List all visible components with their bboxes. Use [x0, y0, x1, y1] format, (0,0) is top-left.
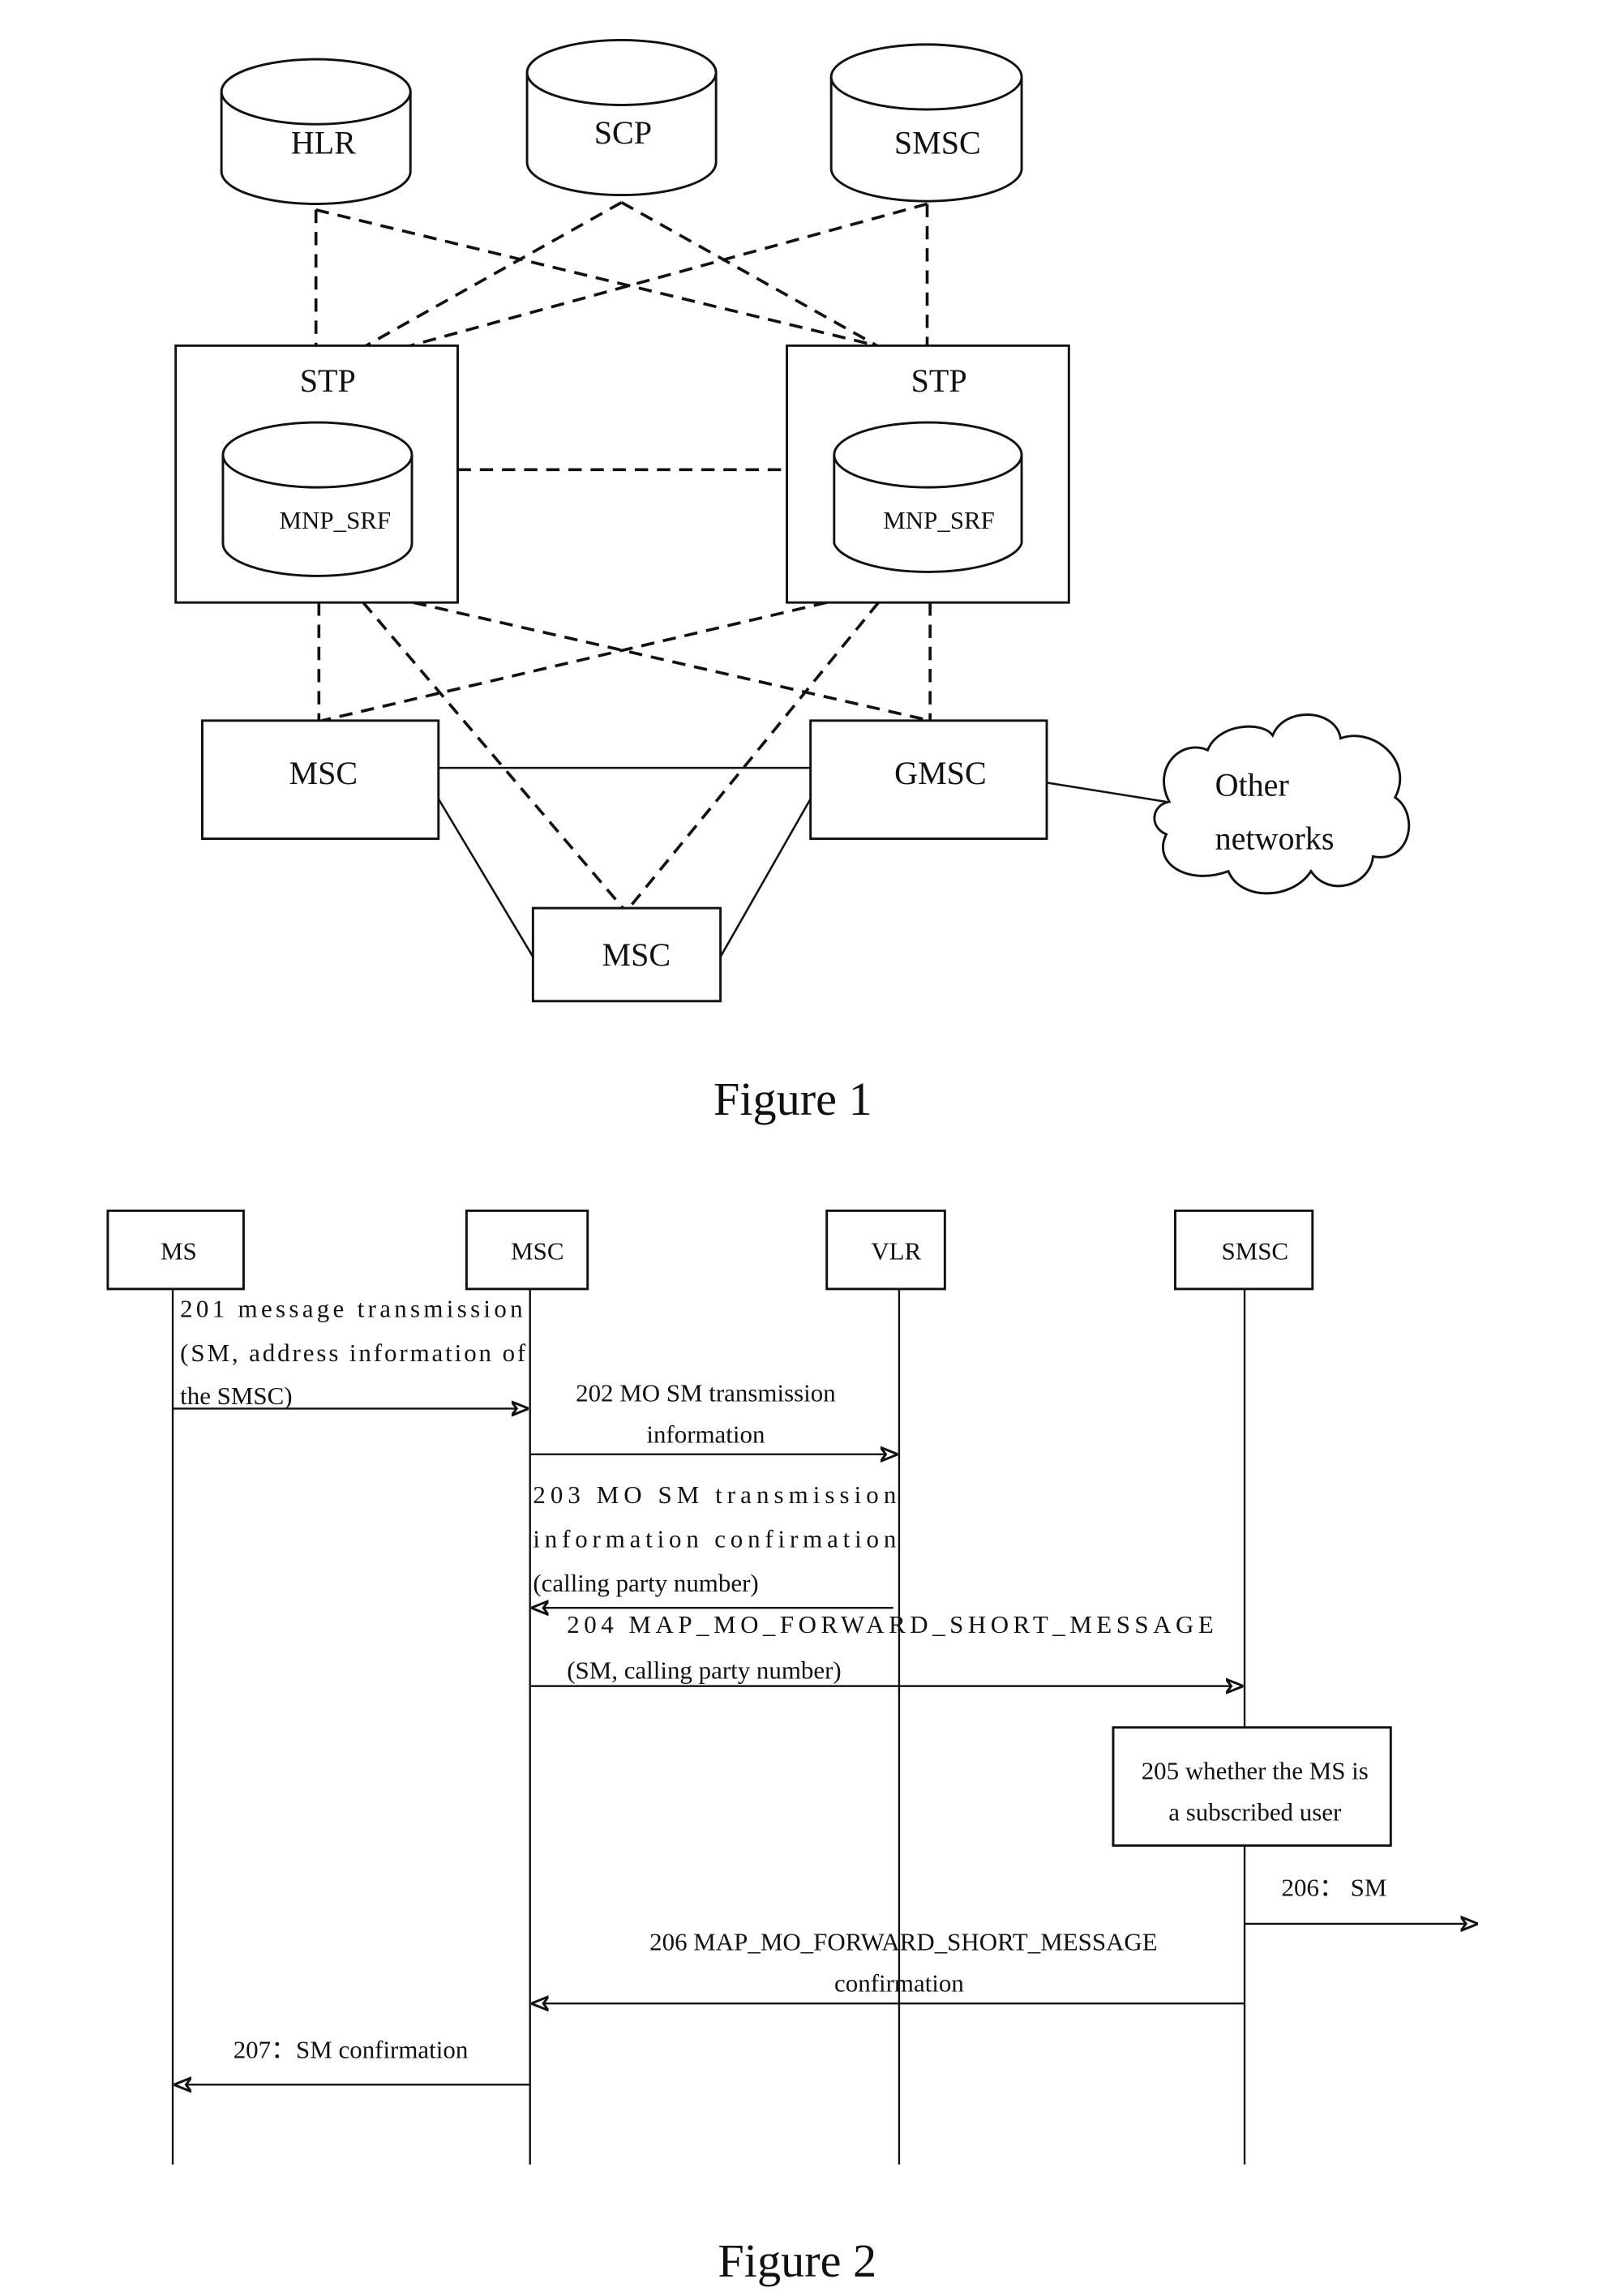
figure-2-caption: Figure 2: [718, 2234, 876, 2287]
msg-202-line2: information: [646, 1420, 765, 1448]
msg-204-line2: (SM, calling party number): [567, 1656, 842, 1685]
mnp-srf-left-label: MNP_SRF: [280, 506, 392, 534]
trunk-gmsc-mscb: [719, 798, 812, 957]
trunk-msc-mscb: [437, 798, 534, 957]
stp-left: STP MNP_SRF: [174, 344, 459, 604]
participant-ms: MS: [106, 1209, 245, 1291]
scp-label: SCP: [594, 114, 652, 151]
hlr-label: HLR: [291, 125, 356, 161]
process-205: 205 whether the MS is a subscribed user: [1112, 1726, 1392, 1847]
gmsc-label: GMSC: [894, 755, 987, 791]
message-201: 201 message transmission (SM, address in…: [173, 1294, 527, 1409]
stp-right-label: STP: [911, 362, 967, 399]
msc-bottom: MSC: [531, 906, 722, 1003]
hlr-database: HLR: [220, 58, 412, 205]
msg-203-line1: 203 MO SM transmission: [533, 1480, 896, 1509]
message-204: 204 MAP_MO_FORWARD_SHORT_MESSAGE (SM, ca…: [529, 1610, 1242, 1686]
msc-left: MSC: [201, 719, 440, 840]
smsc-database: SMSC: [829, 43, 1023, 203]
msg-203-line3: (calling party number): [533, 1569, 758, 1597]
participant-vlr-label: VLR: [871, 1236, 921, 1265]
trunk-gmsc-other: [1046, 782, 1167, 803]
process-205-line2: a subscribed user: [1168, 1797, 1342, 1826]
participant-smsc-label: SMSC: [1221, 1236, 1288, 1265]
smsc-label: SMSC: [894, 125, 981, 161]
link-stpl-gmsc: [413, 601, 931, 722]
link-smsc-stp-left: [409, 202, 928, 348]
gmsc: GMSC: [809, 719, 1048, 840]
figure-1-caption: Figure 1: [713, 1073, 872, 1125]
msg-206-conf-line1: 206 MAP_MO_FORWARD_SHORT_MESSAGE: [649, 1928, 1157, 1956]
scp-database: SCP: [525, 38, 718, 197]
other-networks-cloud: Other networks: [1153, 713, 1411, 895]
cloud-label-line1: Other: [1215, 767, 1289, 803]
patent-figures: HLR SCP SMSC STP MNP_SRF STP MNP_SRF MSC…: [106, 38, 1624, 2287]
stp-right: STP MNP_SRF: [786, 344, 1070, 604]
msg-203-line2: information confirmation: [533, 1525, 896, 1553]
message-202: 202 MO SM transmission information: [529, 1378, 897, 1454]
stp-left-label: STP: [300, 362, 356, 399]
link-stpr-msc: [321, 601, 828, 722]
participant-msc-label: MSC: [511, 1236, 563, 1265]
message-206-sm: 206： SM: [1245, 1873, 1476, 1924]
msg-206-sm-label: 206： SM: [1282, 1873, 1387, 1901]
message-203: 203 MO SM transmission information confi…: [533, 1480, 896, 1608]
participant-ms-label: MS: [161, 1236, 197, 1265]
message-206-confirmation: 206 MAP_MO_FORWARD_SHORT_MESSAGE confirm…: [533, 1928, 1245, 2004]
link-scp-stp-right: [620, 201, 878, 347]
msc-left-label: MSC: [289, 755, 358, 791]
msg-206-conf-line2: confirmation: [834, 1969, 964, 1998]
mnp-srf-right-label: MNP_SRF: [883, 506, 995, 534]
figure-1: HLR SCP SMSC STP MNP_SRF STP MNP_SRF MSC…: [174, 38, 1411, 1125]
msg-201-line3: the SMSC): [180, 1381, 292, 1410]
participant-vlr: VLR: [825, 1209, 946, 1291]
participant-msc: MSC: [465, 1209, 589, 1291]
msg-201-line1: 201 message transmission: [180, 1294, 522, 1322]
msg-204-line1: 204 MAP_MO_FORWARD_SHORT_MESSAGE: [567, 1610, 1214, 1638]
msg-207-label: 207：SM confirmation: [234, 2036, 469, 2064]
msc-bottom-label: MSC: [602, 936, 671, 973]
message-207: 207：SM confirmation: [176, 2036, 530, 2085]
participant-smsc: SMSC: [1173, 1209, 1314, 1291]
figure-2: MS MSC VLR SMSC 201 message transmission…: [106, 1209, 1476, 2287]
process-205-line1: 205 whether the MS is: [1142, 1756, 1369, 1784]
msg-201-line2: (SM, address information of: [180, 1339, 526, 1367]
msg-202-line1: 202 MO SM transmission: [576, 1378, 836, 1407]
cloud-label-line2: networks: [1215, 820, 1335, 856]
